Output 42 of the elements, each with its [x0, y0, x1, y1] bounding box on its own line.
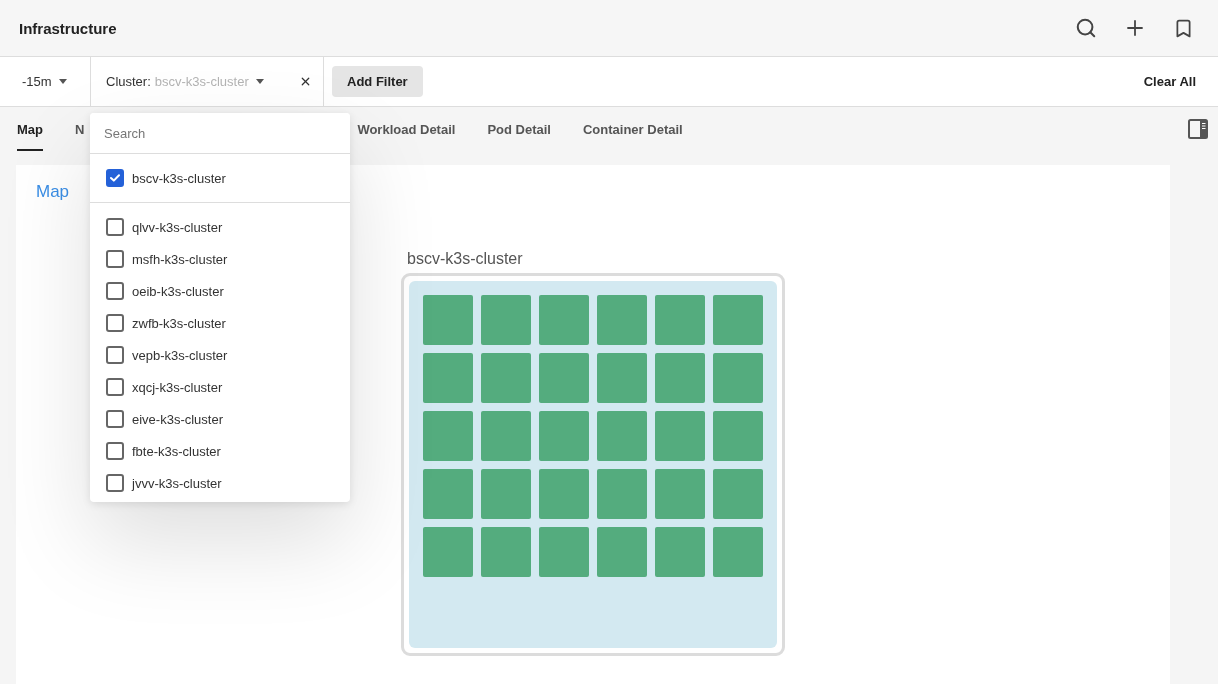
side-panel-icon	[1188, 119, 1208, 139]
tab[interactable]: Workload Detail	[357, 107, 456, 151]
cluster-option[interactable]: bscv-k3s-cluster	[90, 162, 350, 194]
toggle-panel-button[interactable]	[1188, 119, 1208, 139]
cluster-option[interactable]: fbte-k3s-cluster	[90, 435, 350, 467]
checkbox[interactable]	[106, 346, 124, 364]
checkbox[interactable]	[106, 250, 124, 268]
checkbox[interactable]	[106, 314, 124, 332]
cluster-option[interactable]: zwfb-k3s-cluster	[90, 307, 350, 339]
caret-icon	[58, 79, 67, 84]
cluster-option[interactable]: jvvv-k3s-cluster	[90, 467, 350, 499]
checkbox[interactable]	[106, 282, 124, 300]
time-range-button[interactable]: -15m	[0, 57, 67, 106]
checkbox[interactable]	[106, 169, 124, 187]
page-title: Infrastructure	[19, 19, 117, 37]
tab[interactable]: Pod Detail	[487, 107, 551, 151]
cluster-option[interactable]: msfh-k3s-cluster	[90, 243, 350, 275]
tab[interactable]: N	[75, 107, 85, 151]
remove-filter-button[interactable]	[299, 75, 312, 88]
cluster-option[interactable]: qlvv-k3s-cluster	[90, 211, 350, 243]
checkbox[interactable]	[106, 378, 124, 396]
caret-icon	[255, 79, 264, 84]
tab[interactable]: Container Detail	[583, 107, 683, 151]
map-title: Map	[36, 182, 70, 202]
checkbox[interactable]	[106, 442, 124, 460]
checkbox[interactable]	[106, 218, 124, 236]
check-icon	[110, 174, 120, 182]
search-button[interactable]	[1075, 17, 1097, 39]
cluster-filter-button[interactable]: Cluster: bscv-k3s-cluster	[91, 57, 264, 106]
cluster-option[interactable]: vepb-k3s-cluster	[90, 339, 350, 371]
cluster-option[interactable]: oeib-k3s-cluster	[90, 275, 350, 307]
clear-all-button[interactable]: Clear All	[1143, 57, 1196, 106]
tab[interactable]: Map	[17, 107, 43, 151]
cluster-option[interactable]: eive-k3s-cluster	[90, 403, 350, 435]
search-icon	[1075, 17, 1097, 39]
cluster-label: bscv-k3s-cluster	[407, 249, 523, 268]
search-field[interactable]: Search	[90, 113, 350, 154]
close-icon	[299, 75, 312, 88]
add-filter-button[interactable]: Add Filter	[332, 66, 423, 97]
checkbox[interactable]	[106, 474, 124, 492]
checkbox[interactable]	[106, 410, 124, 428]
cluster-option[interactable]: xqcj-k3s-cluster	[90, 371, 350, 403]
